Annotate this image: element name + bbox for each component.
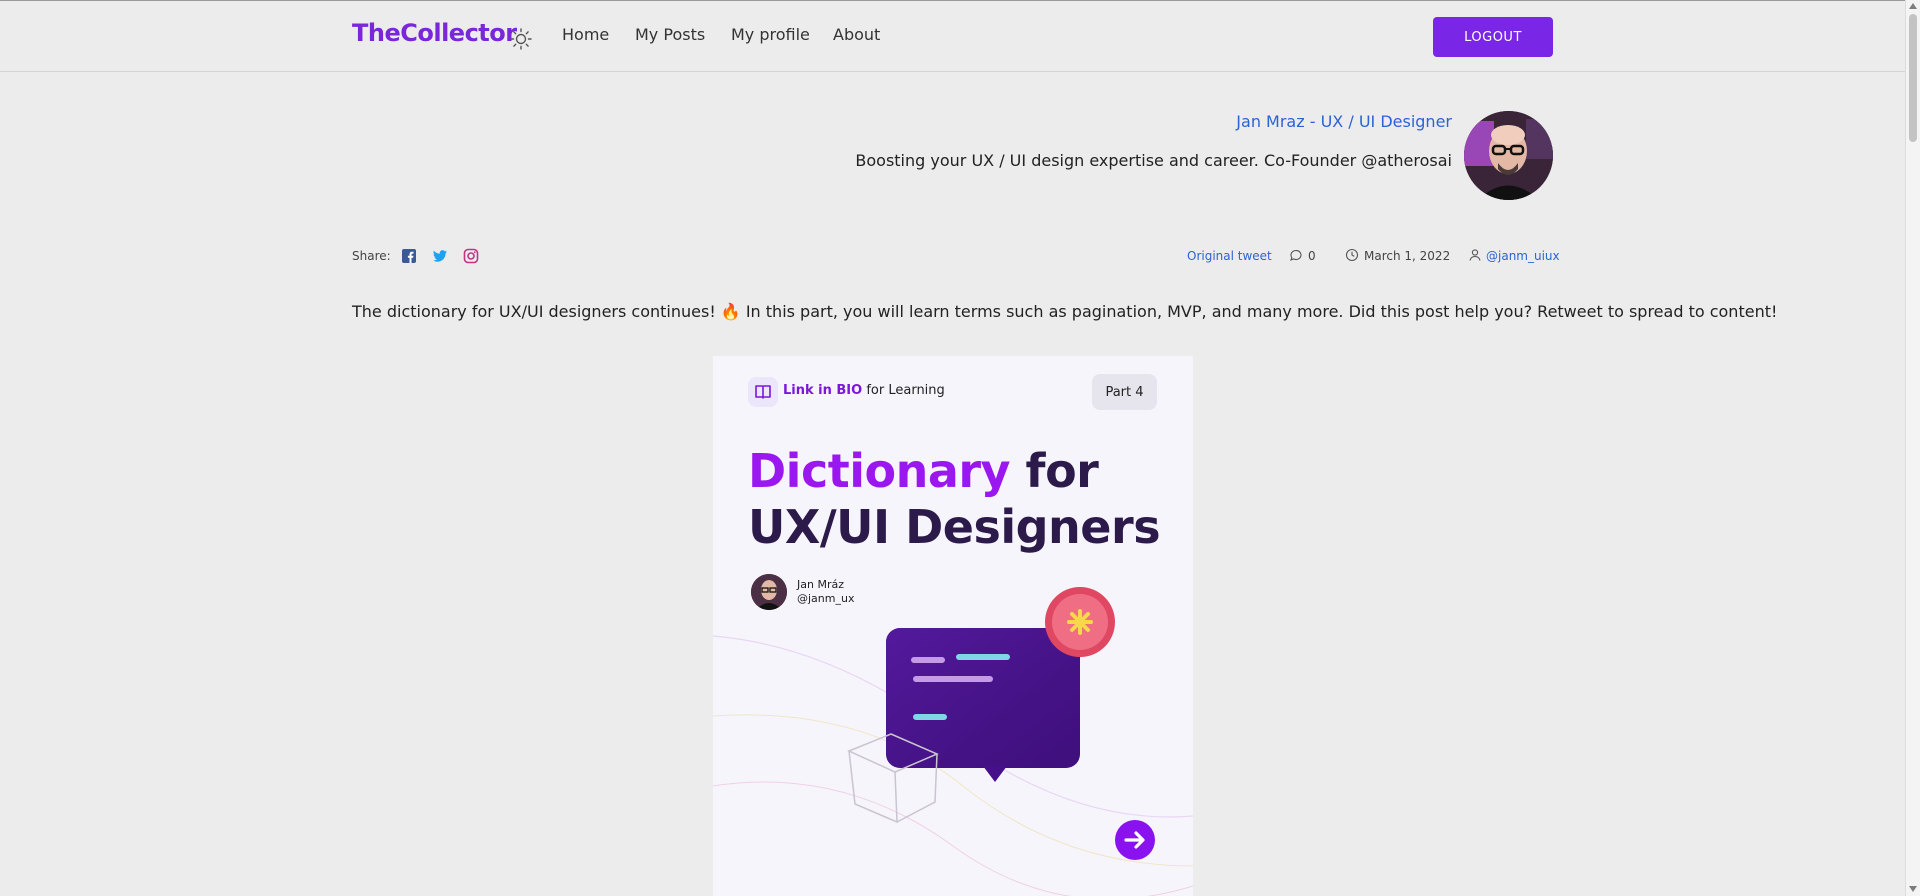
card-logo-text: Link in BIO for Learning	[783, 383, 945, 398]
brand-logo[interactable]: TheCollector	[352, 19, 517, 47]
card-title: Dictionary for UX/UI Designers	[748, 444, 1161, 554]
top-navbar: TheCollector Home My Posts My profile Ab…	[0, 0, 1905, 72]
post-date: March 1, 2022	[1364, 249, 1451, 263]
instagram-icon[interactable]	[463, 248, 479, 264]
author-handle-link[interactable]: @janm_uiux	[1486, 249, 1560, 263]
logout-button[interactable]: LOGOUT	[1433, 17, 1553, 57]
share-label: Share:	[352, 249, 391, 263]
comment-count: 0	[1308, 249, 1316, 263]
author-avatar	[1464, 111, 1553, 200]
twitter-icon[interactable]	[432, 248, 448, 264]
author-bio: Boosting your UX / UI design expertise a…	[855, 151, 1452, 170]
scroll-down-arrow-icon[interactable]	[1909, 886, 1917, 892]
original-tweet-link[interactable]: Original tweet	[1187, 249, 1272, 263]
comment-icon	[1290, 250, 1302, 262]
nav-about[interactable]: About	[833, 25, 880, 44]
post-image[interactable]: Link in BIO for Learning Part 4 Dictiona…	[713, 356, 1193, 896]
facebook-icon[interactable]	[401, 248, 417, 264]
arrow-right-icon[interactable]	[1115, 820, 1155, 860]
nav-home[interactable]: Home	[562, 25, 609, 44]
card-part-badge: Part 4	[1092, 374, 1157, 410]
post-text: The dictionary for UX/UI designers conti…	[352, 302, 1778, 321]
sun-icon[interactable]	[510, 28, 532, 50]
book-icon	[748, 377, 778, 407]
author-name-link[interactable]: Jan Mraz - UX / UI Designer	[1236, 112, 1452, 131]
clock-icon	[1345, 248, 1359, 262]
nav-my-posts[interactable]: My Posts	[635, 25, 705, 44]
scroll-thumb[interactable]	[1909, 14, 1917, 142]
page-scrollbar[interactable]	[1905, 0, 1920, 896]
scroll-up-arrow-icon[interactable]	[1909, 3, 1917, 9]
nav-my-profile[interactable]: My profile	[731, 25, 810, 44]
user-icon	[1469, 249, 1481, 261]
